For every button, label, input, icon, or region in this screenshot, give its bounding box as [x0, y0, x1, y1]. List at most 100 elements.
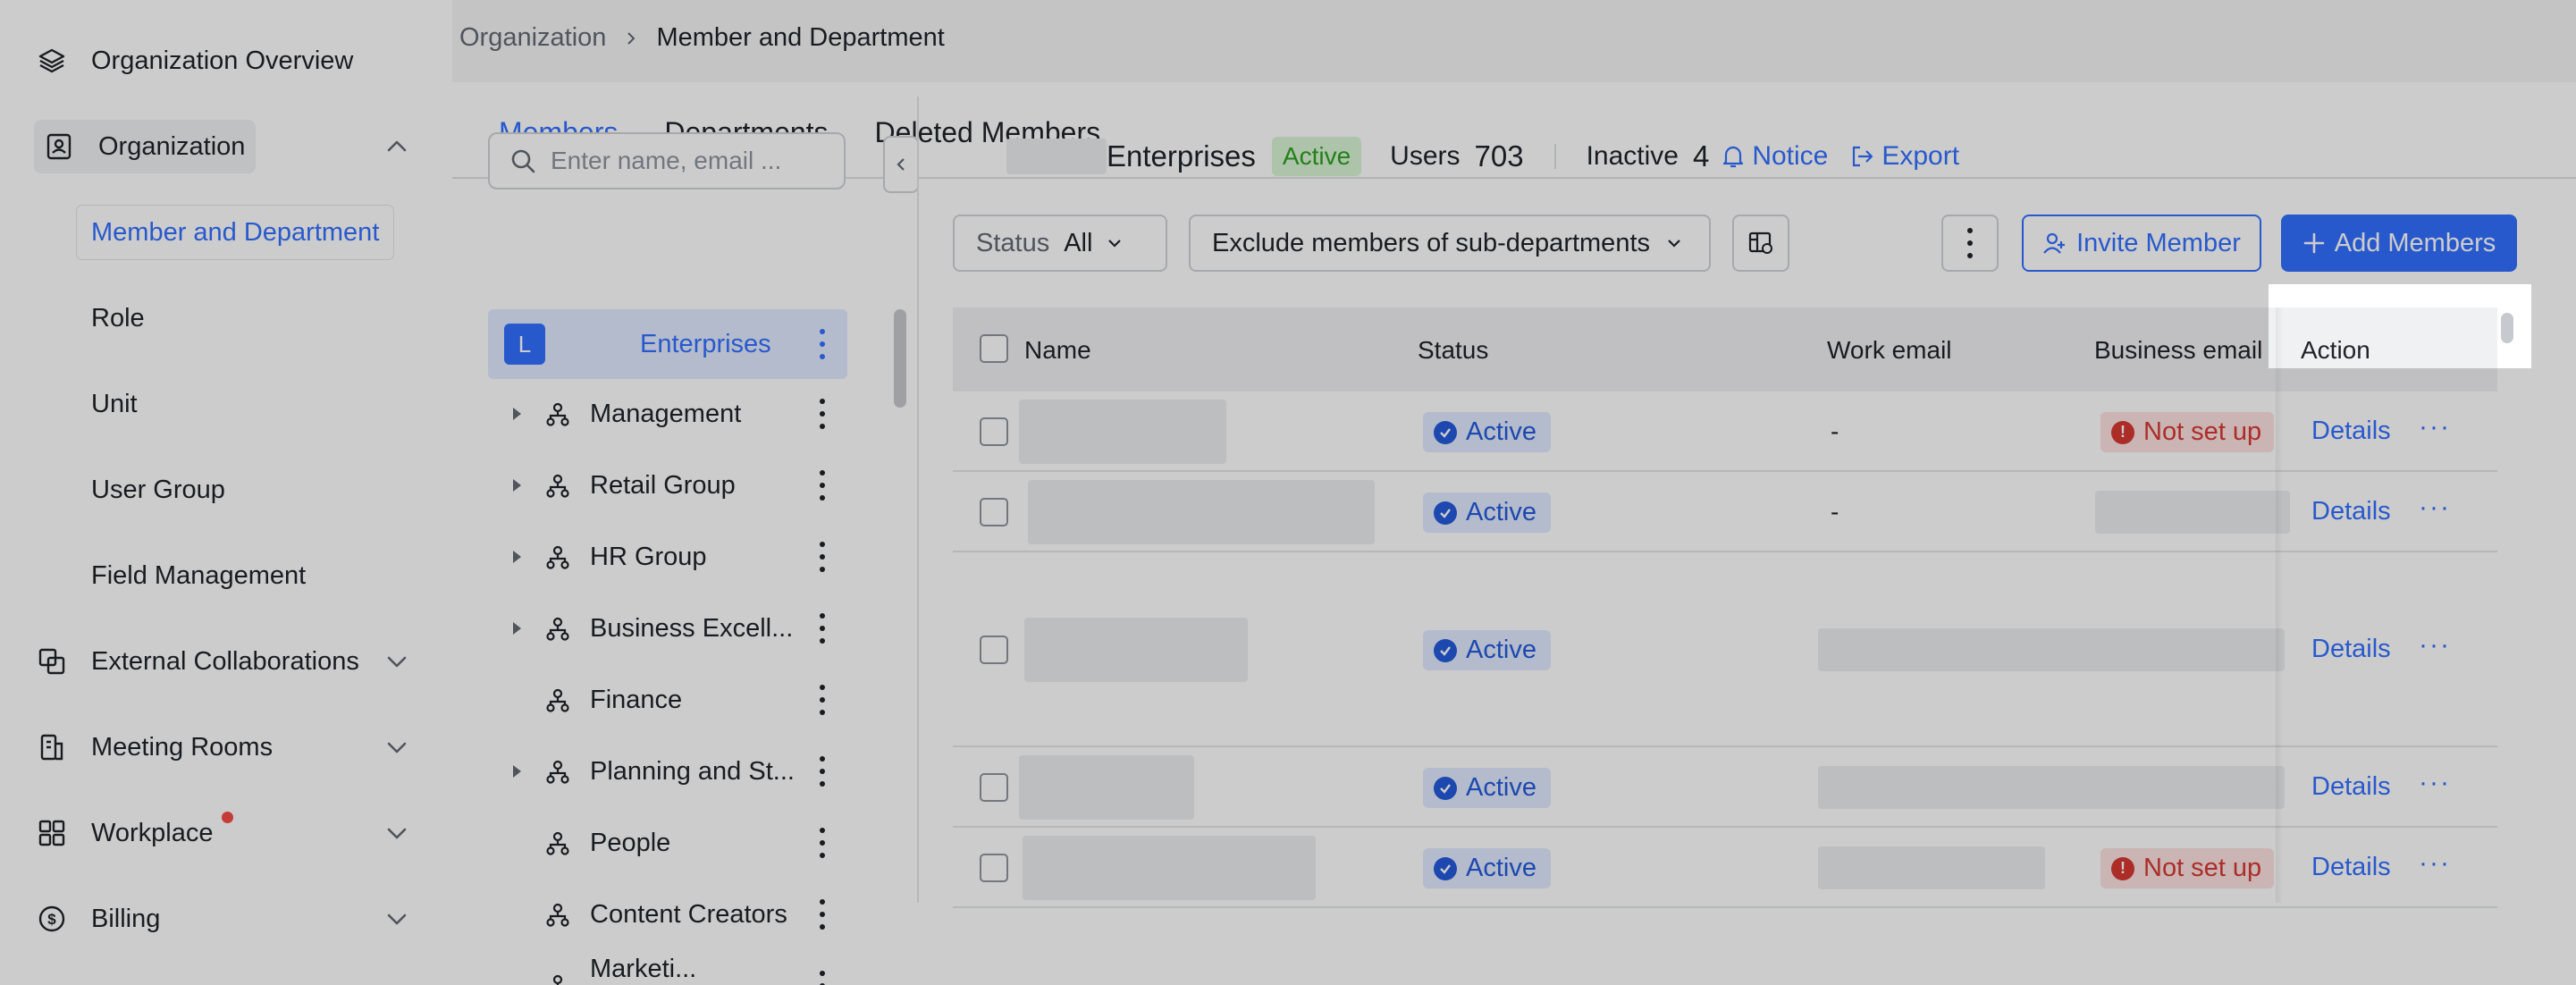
sidebar-subitem-member-and-department[interactable]: Member and Department [77, 206, 394, 259]
sidebar-item-organization-overview[interactable]: Organization Overview [34, 34, 353, 88]
scope-filter[interactable]: Exclude members of sub-departments [1189, 215, 1711, 272]
details-link[interactable]: Details [2311, 772, 2391, 802]
chevron-right-icon [627, 31, 636, 45]
org-structure-icon [546, 831, 569, 855]
more-horizontal-icon[interactable]: ··· [2419, 492, 2451, 523]
tree-item[interactable]: Retail Group [488, 450, 847, 520]
department-search[interactable] [488, 132, 846, 189]
expand-caret-icon[interactable] [513, 765, 521, 778]
details-link[interactable]: Details [2311, 497, 2391, 526]
status-text: Active [1466, 854, 1536, 882]
more-vertical-icon[interactable] [819, 756, 826, 787]
org-avatar: L [504, 324, 545, 365]
tree-item[interactable]: Marketi... [488, 951, 847, 985]
column-header-business-email[interactable]: Business email [2094, 336, 2262, 365]
row-checkbox[interactable] [980, 498, 1008, 526]
sidebar-item-meeting-rooms[interactable]: Meeting Rooms [34, 720, 273, 774]
select-all-checkbox[interactable] [980, 334, 1008, 363]
table-row[interactable]: Active Details ··· [953, 552, 2497, 747]
chevron-down-icon[interactable] [383, 905, 411, 933]
sidebar-item-label: Billing [91, 904, 161, 933]
status-filter[interactable]: Status All [953, 215, 1167, 272]
column-settings-button[interactable] [1732, 215, 1789, 272]
column-header-work-email[interactable]: Work email [1827, 336, 1952, 365]
expand-caret-icon[interactable] [513, 408, 521, 420]
sidebar-subitem-unit[interactable]: Unit [77, 377, 152, 431]
notice-label: Notice [1752, 141, 1829, 171]
more-horizontal-icon[interactable]: ··· [2419, 848, 2451, 879]
tree-item[interactable]: Management [488, 379, 847, 449]
tree-item[interactable]: Planning and St... [488, 737, 847, 806]
column-header-name[interactable]: Name [1024, 336, 1091, 365]
expand-caret-icon[interactable] [513, 551, 521, 563]
export-label: Export [1881, 141, 1960, 171]
more-actions-button[interactable] [1941, 215, 1999, 272]
row-checkbox[interactable] [980, 773, 1008, 802]
chevron-up-icon[interactable] [383, 132, 411, 161]
add-members-button[interactable]: Add Members [2281, 215, 2517, 272]
more-vertical-icon[interactable] [819, 828, 826, 858]
breadcrumb-parent[interactable]: Organization [459, 23, 606, 53]
tree-item[interactable]: HR Group [488, 522, 847, 592]
more-vertical-icon[interactable] [819, 399, 826, 429]
chevron-down-icon[interactable] [383, 819, 411, 847]
chevron-down-icon[interactable] [383, 647, 411, 676]
more-horizontal-icon[interactable]: ··· [2419, 630, 2451, 661]
tree-item[interactable]: Content Creators [488, 880, 847, 949]
tree-item[interactable]: Business Excell... [488, 594, 847, 663]
row-checkbox[interactable] [980, 854, 1008, 882]
details-link[interactable]: Details [2311, 417, 2391, 446]
sidebar-item-external-collaborations[interactable]: External Collaborations [34, 635, 359, 688]
members-table: Name Status Work email Business email Ac… [953, 307, 2497, 908]
tree-item-label: Business Excell... [590, 613, 794, 643]
export-link[interactable]: Export [1849, 141, 1959, 172]
more-vertical-icon[interactable] [819, 971, 826, 985]
chevron-left-icon [897, 158, 905, 171]
column-header-action[interactable]: Action [2301, 336, 2370, 365]
notice-link[interactable]: Notice [1722, 141, 1828, 172]
column-settings-icon [1748, 232, 1772, 254]
main-area: Organization Member and Department Membe… [452, 0, 2576, 985]
details-link[interactable]: Details [2311, 853, 2391, 882]
tree-item[interactable]: People [488, 808, 847, 878]
org-structure-icon [546, 617, 569, 641]
table-row[interactable]: Active Details ··· [953, 747, 2497, 828]
status-badge: Active [1271, 137, 1362, 176]
row-checkbox[interactable] [980, 636, 1008, 664]
row-checkbox[interactable] [980, 417, 1008, 446]
table-row[interactable]: Active -! Not set up Details ··· [953, 391, 2497, 472]
column-header-status[interactable]: Status [1418, 336, 1488, 365]
expand-caret-icon[interactable] [513, 479, 521, 492]
tree-root-enterprises[interactable]: L Enterprises [488, 309, 847, 379]
more-horizontal-icon[interactable]: ··· [2419, 768, 2451, 798]
business-email-cell: ! Not set up [2100, 848, 2275, 888]
status-text: Active [1466, 773, 1536, 802]
collapse-tree-button[interactable] [883, 136, 919, 193]
sidebar-item-workplace[interactable]: Workplace [34, 806, 213, 860]
chevron-down-icon[interactable] [383, 733, 411, 762]
sidebar-subitem-field-management[interactable]: Field Management [77, 549, 320, 602]
tree-scrollbar[interactable] [894, 309, 906, 408]
email-redacted [2095, 491, 2290, 534]
more-vertical-icon[interactable] [819, 329, 826, 359]
more-vertical-icon[interactable] [819, 899, 826, 930]
more-vertical-icon[interactable] [819, 685, 826, 715]
more-vertical-icon[interactable] [819, 613, 826, 644]
more-horizontal-icon[interactable]: ··· [2419, 412, 2451, 442]
table-row[interactable]: Active ! Not set up Details ··· [953, 828, 2497, 908]
more-vertical-icon[interactable] [819, 542, 826, 572]
expand-caret-icon[interactable] [513, 622, 521, 635]
invite-member-button[interactable]: Invite Member [2022, 215, 2261, 272]
tree-item[interactable]: Finance [488, 665, 847, 735]
department-search-input[interactable] [551, 147, 837, 175]
details-link[interactable]: Details [2311, 635, 2391, 664]
org-name-redacted [1006, 139, 1107, 174]
table-row[interactable]: Active - Details ··· [953, 472, 2497, 552]
sidebar-subitem-user-group[interactable]: User Group [77, 463, 240, 517]
tree-item-label: Planning and St... [590, 756, 795, 786]
table-scrollbar[interactable] [2501, 313, 2513, 343]
sidebar-subitem-role[interactable]: Role [77, 291, 159, 345]
sidebar-item-organization[interactable]: Organization [34, 120, 257, 173]
more-vertical-icon[interactable] [819, 470, 826, 501]
sidebar-item-billing[interactable]: $ Billing [34, 892, 160, 946]
